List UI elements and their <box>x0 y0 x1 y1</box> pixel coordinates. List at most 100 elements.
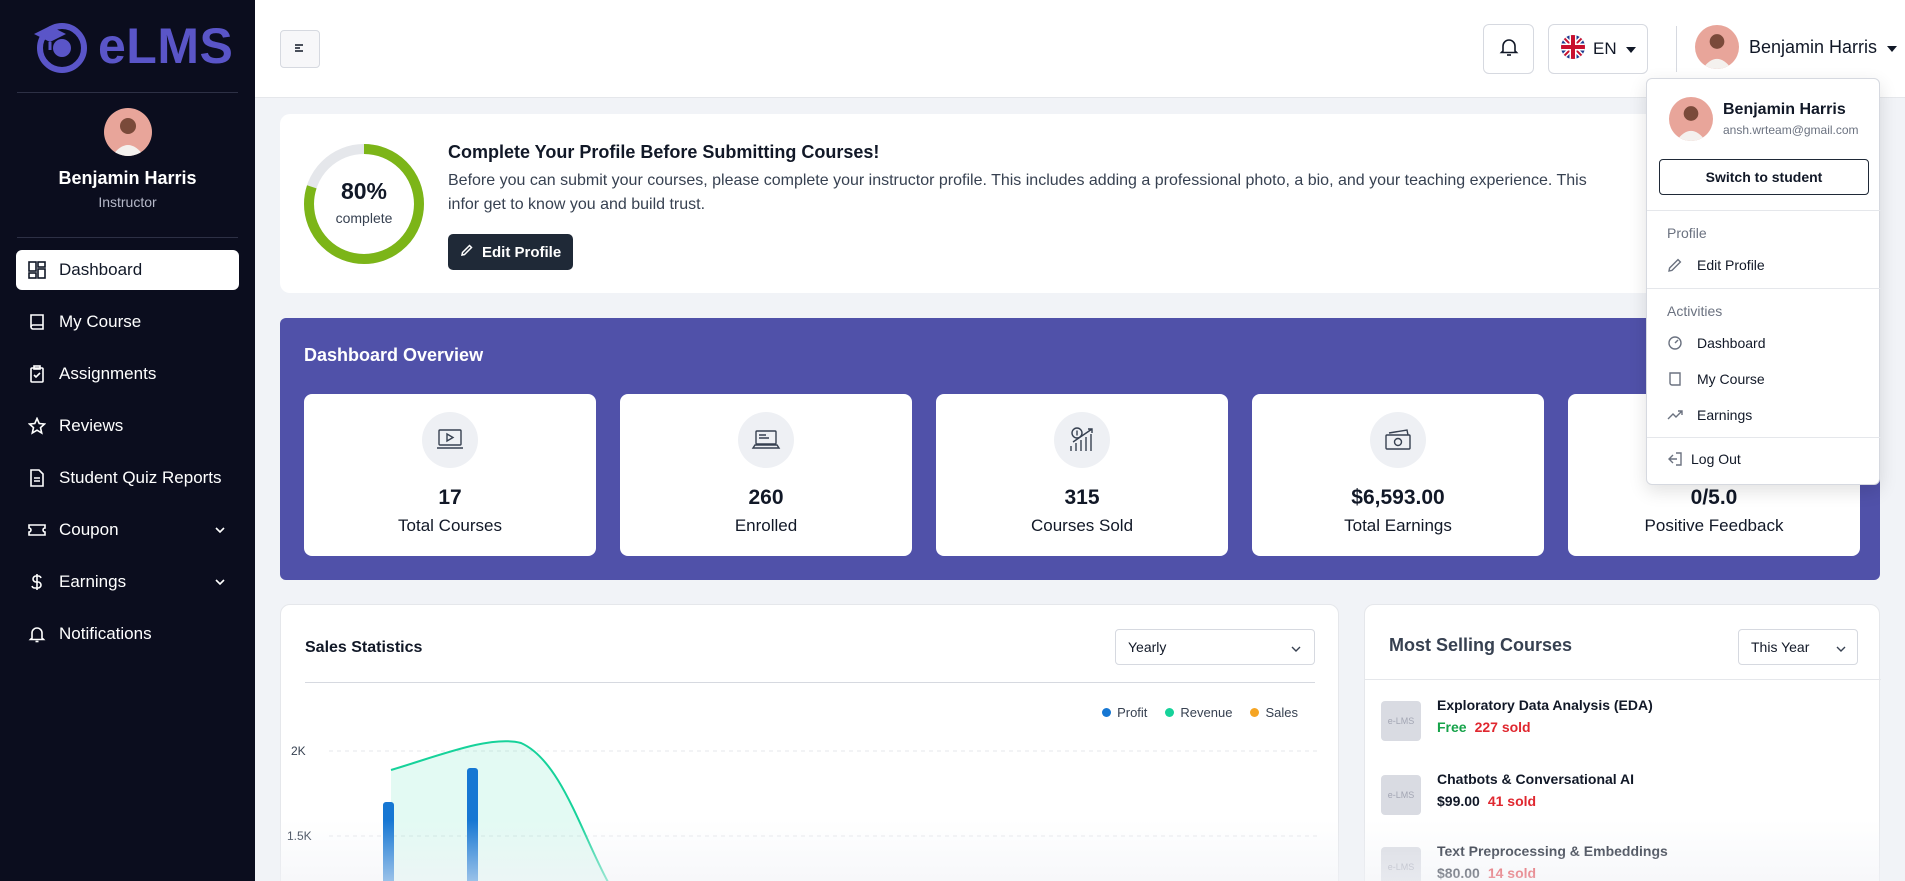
bell-icon <box>1498 36 1520 63</box>
dashboard-icon <box>28 261 46 279</box>
course-sold-count: 227 sold <box>1474 719 1531 735</box>
caret-down-icon <box>1625 39 1637 59</box>
sidebar-user-name: Benjamin Harris <box>58 168 197 188</box>
logout-icon <box>1667 451 1683 467</box>
sidebar-item-coupon[interactable]: Coupon <box>16 510 239 550</box>
trending-up-icon <box>1667 407 1683 423</box>
book-icon <box>1667 371 1683 387</box>
profile-completion-card: 80% complete Complete Your Profile Befor… <box>280 114 1880 293</box>
stat-card-total-courses: 17 Total Courses <box>304 394 596 556</box>
sidebar-item-label: Assignments <box>59 364 157 383</box>
sidebar-item-student-quiz-reports[interactable]: Student Quiz Reports <box>16 458 239 498</box>
ticket-icon <box>28 521 46 539</box>
divider <box>1647 210 1881 211</box>
sidebar-item-my-course[interactable]: My Course <box>16 302 239 342</box>
logo-mark-icon <box>34 23 87 73</box>
language-selector[interactable]: EN <box>1548 24 1648 74</box>
divider <box>17 237 238 238</box>
menu-toggle-button[interactable] <box>280 30 320 68</box>
caret-down-icon <box>1887 37 1898 58</box>
course-name: Chatbots & Conversational AI <box>1437 771 1635 787</box>
sidebar-item-assignments[interactable]: Assignments <box>16 354 239 394</box>
most-selling-period-select[interactable]: This Year <box>1738 629 1858 665</box>
sidebar-item-label: Coupon <box>59 520 119 539</box>
sidebar-item-notifications[interactable]: Notifications <box>16 614 239 654</box>
profit-bar <box>467 768 478 881</box>
divider <box>17 92 238 93</box>
sidebar-item-label: Notifications <box>59 624 152 643</box>
sidebar-item-dashboard[interactable]: Dashboard <box>16 250 239 290</box>
divider <box>1647 288 1881 289</box>
stat-label: Total Courses <box>398 516 502 535</box>
dropdown-section-activities: Activities <box>1667 303 1723 319</box>
user-menu-button[interactable]: Benjamin Harris <box>1695 25 1898 69</box>
dropdown-item-earnings[interactable]: Earnings <box>1667 407 1752 423</box>
divider <box>1647 437 1881 438</box>
user-dropdown-menu: Benjamin Harris ansh.wrteam@gmail.com Sw… <box>1646 78 1881 485</box>
stat-card-total-earnings: $6,593.00 Total Earnings <box>1252 394 1544 556</box>
stat-value: 0/5.0 <box>1690 486 1738 509</box>
most-selling-title: Most Selling Courses <box>1389 635 1573 655</box>
avatar <box>104 108 152 156</box>
course-thumbnail: e-LMS <box>1381 775 1421 815</box>
profile-card-title: Complete Your Profile Before Submitting … <box>448 142 880 162</box>
stat-value: $6,593.00 <box>1351 486 1445 509</box>
chevron-down-icon <box>213 522 227 536</box>
sales-statistics-card: Sales Statistics Yearly Profit Revenue S… <box>280 604 1339 881</box>
course-name: Text Preprocessing & Embeddings <box>1437 843 1668 859</box>
progress-label: complete <box>335 210 393 226</box>
notifications-button[interactable] <box>1483 24 1534 74</box>
divider <box>1676 26 1677 72</box>
stat-label: Total Earnings <box>1344 516 1452 535</box>
course-list-item[interactable]: e-LMS Chatbots & Conversational AI $99.0… <box>1381 771 1861 821</box>
edit-profile-button[interactable]: Edit Profile <box>448 234 574 270</box>
avatar <box>1695 25 1739 69</box>
cash-icon <box>1370 412 1426 468</box>
chevron-down-icon <box>213 574 227 588</box>
course-list-item[interactable]: e-LMS Exploratory Data Analysis (EDA) Fr… <box>1381 697 1861 747</box>
course-list-item[interactable]: e-LMS Text Preprocessing & Embeddings $8… <box>1381 843 1861 881</box>
dropdown-item-dashboard[interactable]: Dashboard <box>1667 335 1766 351</box>
y-tick-label: 1.5K <box>287 829 312 843</box>
growth-chart-icon <box>1054 412 1110 468</box>
brand-logo[interactable]: eLMS <box>28 16 233 76</box>
bell-icon <box>28 625 46 643</box>
course-price: Free 227 sold <box>1437 719 1531 735</box>
edit-profile-label: Edit Profile <box>482 243 562 261</box>
dropdown-item-log-out[interactable]: Log Out <box>1667 451 1741 467</box>
sidebar-user-role: Instructor <box>98 194 157 210</box>
stat-value: 17 <box>438 486 462 509</box>
course-price: $80.00 14 sold <box>1437 865 1537 881</box>
profile-card-description: Before you can submit your courses, plea… <box>448 172 1587 213</box>
dropdown-item-my-course[interactable]: My Course <box>1667 371 1765 387</box>
pencil-icon <box>1667 257 1683 273</box>
divider <box>305 682 1315 683</box>
most-selling-period-value: This Year <box>1751 639 1810 655</box>
stat-label: Positive Feedback <box>1644 516 1784 535</box>
sales-period-select[interactable]: Yearly <box>1115 629 1315 665</box>
stat-label: Enrolled <box>734 516 798 535</box>
most-selling-courses-card: Most Selling Courses This Year e-LMS Exp… <box>1364 604 1881 881</box>
menu-icon <box>294 40 306 58</box>
dollar-icon <box>28 573 46 591</box>
sales-period-value: Yearly <box>1128 639 1167 655</box>
stat-label: Courses Sold <box>1030 516 1134 535</box>
course-thumbnail: e-LMS <box>1381 847 1421 881</box>
sidebar-item-label: My Course <box>59 312 142 331</box>
overview-title: Dashboard Overview <box>304 345 484 365</box>
dashboard-overview: Dashboard Overview 17 Total Courses 260 … <box>280 318 1880 580</box>
divider <box>1365 679 1881 680</box>
sidebar-item-label: Earnings <box>59 572 127 591</box>
sidebar-item-reviews[interactable]: Reviews <box>16 406 239 446</box>
laptop-icon <box>738 412 794 468</box>
course-thumbnail: e-LMS <box>1381 701 1421 741</box>
dropdown-item-edit-profile[interactable]: Edit Profile <box>1667 257 1765 273</box>
sidebar-item-label: Reviews <box>59 416 124 435</box>
user-name: Benjamin Harris <box>1749 36 1878 57</box>
sidebar: eLMS Benjamin Harris Instructor Dashboar… <box>0 0 255 881</box>
sidebar-item-earnings[interactable]: Earnings <box>16 562 239 602</box>
report-icon <box>28 469 46 487</box>
dropdown-section-profile: Profile <box>1667 225 1707 241</box>
stat-value: 315 <box>1064 486 1100 509</box>
switch-to-student-button[interactable]: Switch to student <box>1659 159 1869 195</box>
